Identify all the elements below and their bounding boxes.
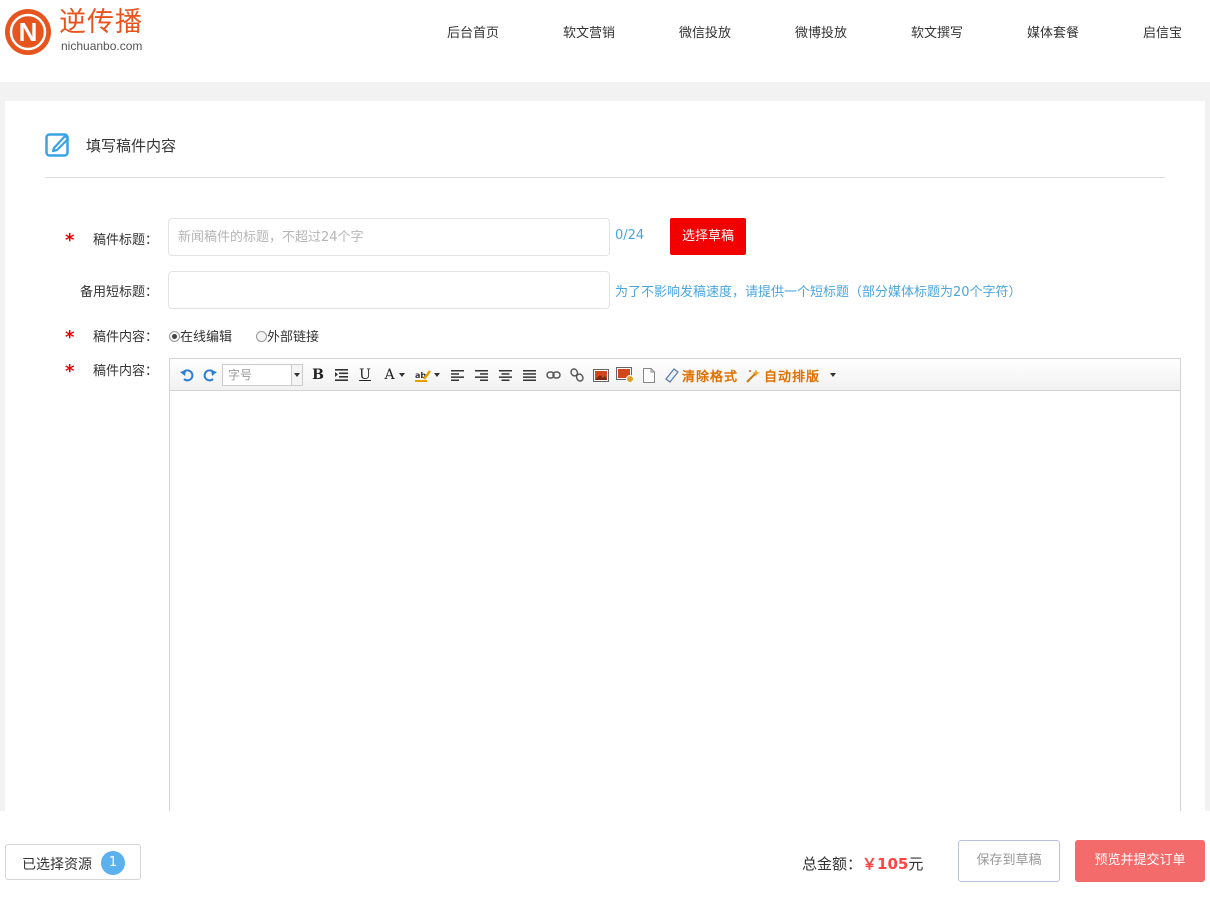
nav-item-wechat[interactable]: 微信投放	[679, 22, 731, 41]
selected-resources-label: 已选择资源	[22, 857, 92, 873]
align-justify-icon[interactable]	[521, 365, 537, 385]
nav-item-media-package[interactable]: 媒体套餐	[1027, 22, 1079, 41]
logo-badge-letter: N	[19, 17, 38, 47]
rich-text-editor: 字号 B U A ab 清除格式 自动排版	[169, 358, 1181, 812]
magic-wand-icon[interactable]	[744, 365, 760, 385]
content-label: 稿件内容：	[93, 364, 159, 379]
total-amount: 总金额：￥105元	[802, 853, 923, 874]
radio-external-link[interactable]: 外部链接	[256, 326, 319, 345]
logo-domain: nichuanbo.com	[61, 39, 143, 53]
highlight-icon[interactable]: ab	[414, 365, 442, 385]
panel-header: 填写稿件内容	[45, 129, 1165, 178]
nav-item-writing[interactable]: 软文撰写	[911, 22, 963, 41]
title-input[interactable]	[168, 218, 610, 256]
link-icon[interactable]	[545, 365, 561, 385]
bold-button[interactable]: B	[310, 365, 326, 385]
image-icon[interactable]	[593, 365, 609, 385]
short-title-input[interactable]	[168, 271, 610, 309]
edit-icon	[45, 133, 70, 157]
logo-badge-icon: N	[5, 9, 51, 55]
save-draft-button[interactable]: 保存到草稿	[958, 840, 1060, 882]
logo-name: 逆传播	[59, 7, 143, 38]
font-size-select[interactable]: 字号	[222, 364, 303, 386]
unlink-icon[interactable]	[569, 365, 585, 385]
new-document-icon[interactable]	[641, 365, 657, 385]
nav-item-weibo[interactable]: 微博投放	[795, 22, 847, 41]
nav-item-dashboard[interactable]: 后台首页	[447, 22, 499, 41]
chevron-down-icon[interactable]	[291, 365, 302, 385]
align-center-icon[interactable]	[497, 365, 513, 385]
font-color-letter: A	[384, 367, 395, 383]
radio-external-dot[interactable]	[256, 331, 267, 342]
total-value: ￥105	[862, 855, 909, 873]
auto-layout-button[interactable]: 自动排版	[764, 366, 820, 385]
radio-online-label: 在线编辑	[180, 330, 233, 345]
chevron-down-icon[interactable]	[827, 365, 839, 385]
editor-content-area[interactable]	[170, 392, 1180, 812]
clear-format-button[interactable]: 清除格式	[682, 366, 738, 385]
short-title-label: 备用短标题：	[80, 285, 159, 300]
eraser-icon[interactable]	[664, 365, 680, 385]
radio-online-dot[interactable]	[169, 331, 180, 342]
redo-icon[interactable]	[202, 365, 218, 385]
title-counter: 0/24	[615, 228, 645, 243]
content-panel: 填写稿件内容 * 稿件标题： 0/24 选择草稿 备用短标题： 为了不影响发稿速…	[5, 101, 1205, 812]
underline-button[interactable]: U	[357, 365, 373, 385]
panel-title: 填写稿件内容	[86, 137, 177, 155]
align-right-icon[interactable]	[473, 365, 489, 385]
title-label: 稿件标题：	[93, 233, 159, 248]
required-mark: *	[65, 361, 75, 382]
undo-icon[interactable]	[179, 365, 195, 385]
required-mark: *	[65, 327, 75, 348]
radio-online-edit[interactable]: 在线编辑	[169, 326, 232, 345]
editor-toolbar: 字号 B U A ab 清除格式 自动排版	[170, 359, 1180, 391]
preview-submit-button[interactable]: 预览并提交订单	[1075, 840, 1205, 882]
selected-resources-button[interactable]: 已选择资源 1	[5, 844, 141, 880]
site-logo[interactable]: N 逆传播 nichuanbo.com	[4, 5, 164, 57]
top-header: N 逆传播 nichuanbo.com 后台首页 软文营销 微信投放 微博投放 …	[0, 0, 1210, 82]
radio-external-label: 外部链接	[267, 330, 320, 345]
content-mode-label: 稿件内容：	[93, 330, 159, 345]
nav-item-qixinbao[interactable]: 启信宝	[1143, 22, 1182, 41]
font-color-button[interactable]: A	[381, 365, 409, 385]
nav-item-soft-marketing[interactable]: 软文营销	[563, 22, 615, 41]
short-title-hint: 为了不影响发稿速度，请提供一个短标题（部分媒体标题为20个字符）	[615, 285, 1022, 300]
total-label: 总金额：	[802, 855, 863, 873]
align-left-icon[interactable]	[449, 365, 465, 385]
required-mark: *	[65, 230, 75, 251]
bottom-action-bar: 已选择资源 1 总金额：￥105元 保存到草稿 预览并提交订单	[0, 811, 1210, 898]
selected-count-badge: 1	[101, 851, 125, 875]
total-unit: 元	[908, 855, 924, 873]
choose-draft-button[interactable]: 选择草稿	[670, 218, 746, 255]
indent-icon[interactable]	[333, 365, 349, 385]
font-size-placeholder: 字号	[228, 368, 253, 382]
multi-image-icon[interactable]	[616, 365, 634, 385]
